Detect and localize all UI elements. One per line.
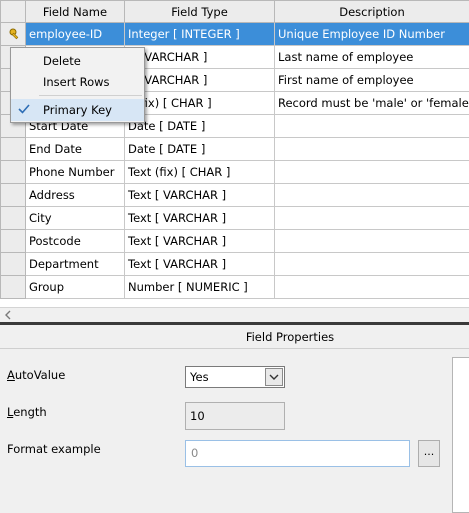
table-header-row: Field Name Field Type Description <box>0 0 469 23</box>
field-name-cell[interactable]: City <box>25 206 125 230</box>
autovalue-dropdown-button[interactable] <box>265 368 283 386</box>
check-icon <box>18 104 30 114</box>
length-label: Length <box>7 405 47 419</box>
menu-item-delete[interactable]: Delete <box>11 50 144 72</box>
divider <box>0 348 469 349</box>
row-header[interactable] <box>0 229 26 253</box>
field-type-cell[interactable]: Text (fix) [ CHAR ] <box>124 160 275 184</box>
row-header[interactable] <box>0 206 26 230</box>
field-type-cell[interactable]: t (fix) [ CHAR ] <box>124 91 275 115</box>
description-cell[interactable] <box>274 252 469 276</box>
field-properties-title: Field Properties <box>245 330 335 344</box>
horizontal-scrollbar[interactable] <box>0 307 469 322</box>
column-header-description[interactable]: Description <box>274 0 469 23</box>
chevron-down-icon <box>269 374 279 380</box>
field-type-cell[interactable]: Text [ VARCHAR ] <box>124 183 275 207</box>
field-type-cell[interactable]: t [ VARCHAR ] <box>124 45 275 69</box>
menu-separator <box>39 95 142 96</box>
field-name-cell[interactable]: employee-ID <box>25 22 125 46</box>
description-cell[interactable] <box>274 114 469 138</box>
row-header[interactable] <box>0 183 26 207</box>
table-row[interactable]: employee-ID Integer [ INTEGER ] Unique E… <box>0 22 469 46</box>
field-type-cell[interactable]: Text [ VARCHAR ] <box>124 229 275 253</box>
row-header[interactable] <box>0 275 26 299</box>
field-name-cell[interactable]: End Date <box>25 137 125 161</box>
description-cell[interactable]: Last name of employee <box>274 45 469 69</box>
row-header[interactable] <box>0 160 26 184</box>
row-header[interactable] <box>0 22 26 46</box>
field-type-cell[interactable]: Number [ NUMERIC ] <box>124 275 275 299</box>
field-name-cell[interactable]: Phone Number <box>25 160 125 184</box>
description-cell[interactable] <box>274 183 469 207</box>
field-type-cell[interactable]: t [ VARCHAR ] <box>124 68 275 92</box>
field-type-cell[interactable]: Date [ DATE ] <box>124 114 275 138</box>
table-row[interactable]: End Date Date [ DATE ] <box>0 137 469 161</box>
description-cell[interactable] <box>274 160 469 184</box>
row-header[interactable] <box>0 252 26 276</box>
format-example-label: Format example <box>7 442 101 456</box>
table-row[interactable]: Group Number [ NUMERIC ] <box>0 275 469 299</box>
field-name-cell[interactable]: Postcode <box>25 229 125 253</box>
field-name-cell[interactable]: Group <box>25 275 125 299</box>
field-type-cell[interactable]: Date [ DATE ] <box>124 137 275 161</box>
menu-item-insert-rows[interactable]: Insert Rows <box>11 71 144 93</box>
autovalue-label: AutoValue <box>7 368 66 382</box>
menu-item-primary-key[interactable]: Primary Key <box>11 99 144 121</box>
corner-header[interactable] <box>0 0 26 23</box>
description-cell[interactable]: Unique Employee ID Number <box>274 22 469 46</box>
field-name-cell[interactable]: Department <box>25 252 125 276</box>
column-header-field-name[interactable]: Field Name <box>25 0 125 23</box>
key-icon <box>9 28 19 40</box>
length-field: 10 <box>185 402 285 430</box>
description-cell[interactable]: First name of employee <box>274 68 469 92</box>
field-type-cell[interactable]: Text [ VARCHAR ] <box>124 206 275 230</box>
autovalue-value: Yes <box>190 370 209 384</box>
description-cell[interactable] <box>274 275 469 299</box>
field-name-cell[interactable]: Address <box>25 183 125 207</box>
context-menu: Delete Insert Rows Primary Key <box>10 47 145 123</box>
description-cell[interactable] <box>274 137 469 161</box>
table-row[interactable]: Address Text [ VARCHAR ] <box>0 183 469 207</box>
description-cell[interactable] <box>274 229 469 253</box>
column-header-field-type[interactable]: Field Type <box>124 0 275 23</box>
table-row[interactable]: Phone Number Text (fix) [ CHAR ] <box>0 160 469 184</box>
description-cell[interactable] <box>274 206 469 230</box>
chevron-left-icon[interactable] <box>3 310 13 320</box>
description-cell[interactable]: Record must be 'male' or 'female' <box>274 91 469 115</box>
row-header[interactable] <box>0 137 26 161</box>
field-type-cell[interactable]: Integer [ INTEGER ] <box>124 22 275 46</box>
format-example-field[interactable]: 0 <box>185 440 410 467</box>
table-row[interactable]: Postcode Text [ VARCHAR ] <box>0 229 469 253</box>
format-ellipsis-button[interactable]: ... <box>418 440 440 467</box>
table-row[interactable]: City Text [ VARCHAR ] <box>0 206 469 230</box>
table-row[interactable]: Department Text [ VARCHAR ] <box>0 252 469 276</box>
autovalue-select[interactable]: Yes <box>185 366 285 388</box>
field-type-cell[interactable]: Text [ VARCHAR ] <box>124 252 275 276</box>
help-text-pane <box>452 357 469 513</box>
pane-splitter[interactable] <box>0 322 469 325</box>
